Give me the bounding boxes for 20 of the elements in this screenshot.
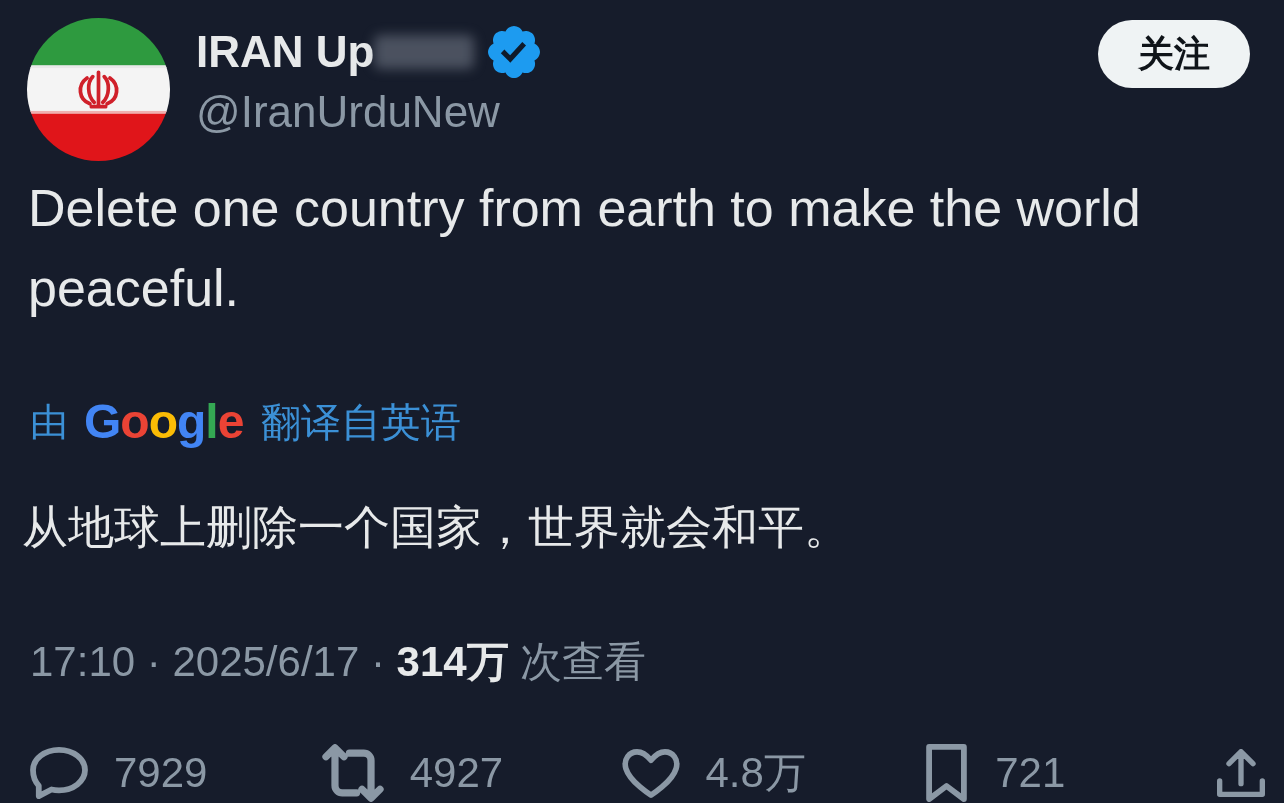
flag-avatar[interactable]	[27, 18, 170, 161]
reply-button[interactable]: 7929	[30, 747, 208, 799]
share-icon	[1217, 749, 1265, 797]
post-text: Delete one country from earth to make the world peaceful.	[28, 178, 1142, 319]
repost-icon	[321, 744, 384, 802]
share-button[interactable]	[1217, 749, 1265, 797]
translated-text: 从地球上删除一个国家，世界就会和平。	[22, 500, 851, 555]
post-timestamp-views: 17:10 · 2025/6/17 · 314万 次查看	[30, 637, 648, 687]
heart-icon	[621, 748, 680, 798]
follow-button[interactable]: 关注	[1098, 20, 1250, 88]
like-button[interactable]: 4.8万	[621, 747, 806, 799]
user-handle[interactable]: @IranUrduNew	[196, 86, 541, 138]
google-logo: Google	[84, 394, 244, 450]
repost-button[interactable]: 4927	[321, 744, 504, 802]
reply-icon	[30, 747, 88, 799]
bookmark-icon	[924, 744, 970, 802]
bookmark-button[interactable]: 721	[924, 744, 1066, 802]
translated-from-label: 翻译自英语	[261, 399, 462, 446]
translated-by-label: 由	[30, 400, 68, 445]
display-name[interactable]: IRAN Up	[196, 24, 375, 80]
